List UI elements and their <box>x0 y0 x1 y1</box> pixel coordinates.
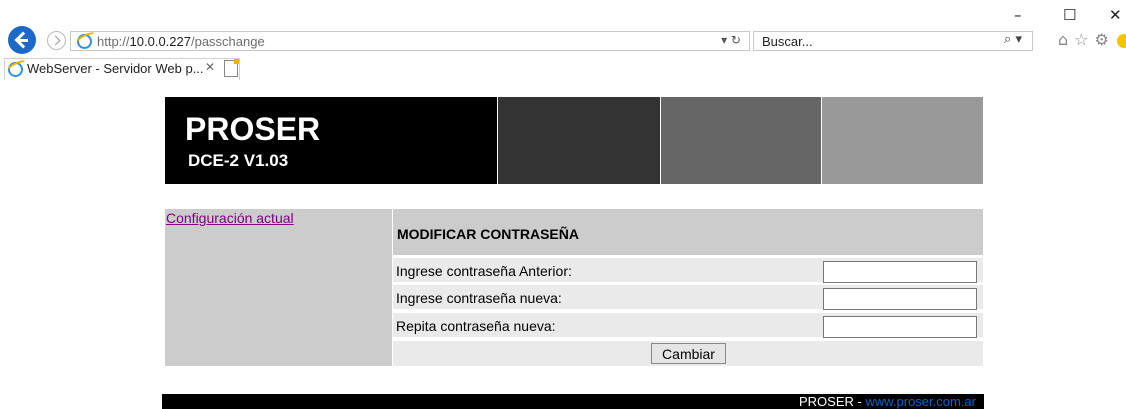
maximize-button[interactable]: ☐ <box>1063 6 1076 24</box>
sidebar: Configuración actual <box>165 209 392 366</box>
feedback-smiley-icon[interactable] <box>1117 34 1126 48</box>
search-icon[interactable]: ⌕ ▾ <box>1004 32 1022 47</box>
home-favorites-settings-icons[interactable]: ⌂☆⚙ <box>1058 30 1115 49</box>
close-window-button[interactable]: ✕ <box>1109 6 1122 24</box>
footer-brand: PROSER - <box>798 394 866 409</box>
banner-black-block: PROSER DCE-2 V1.03 <box>165 97 497 184</box>
minimize-button[interactable]: – <box>1014 6 1022 24</box>
new-tab-icon[interactable] <box>224 59 239 77</box>
browser-chrome: – ☐ ✕ http://10.0.0.227/passchange ▾ ↻ B… <box>0 0 1126 88</box>
banner-block-mid <box>661 97 821 184</box>
banner-block-light <box>822 97 983 184</box>
repeat-password-input[interactable] <box>823 316 977 338</box>
close-tab-icon[interactable]: ✕ <box>205 60 215 74</box>
old-password-input[interactable] <box>823 261 977 283</box>
old-password-label: Ingrese contraseña Anterior: <box>396 263 572 279</box>
password-change-panel: MODIFICAR CONTRASEÑA Ingrese contraseña … <box>393 209 983 366</box>
footer-text: PROSER - www.proser.com.ar <box>799 394 976 409</box>
brand-title: PROSER <box>185 111 321 147</box>
link-configuracion-actual[interactable]: Configuración actual <box>166 210 294 226</box>
address-bar[interactable]: http://10.0.0.227/passchange ▾ ↻ <box>70 31 750 51</box>
cambiar-button[interactable]: Cambiar <box>651 343 726 364</box>
url-text: http://10.0.0.227/passchange <box>97 34 265 49</box>
search-box[interactable]: Buscar... ⌕ ▾ <box>753 31 1033 51</box>
form-row: Ingrese contraseña Anterior: <box>393 258 983 283</box>
tab-title: WebServer - Servidor Web p... <box>27 61 204 76</box>
forward-arrow-icon[interactable] <box>47 31 66 50</box>
header-banner: PROSER DCE-2 V1.03 <box>165 97 983 184</box>
new-password-input[interactable] <box>823 288 977 310</box>
model-version: DCE-2 V1.03 <box>188 151 289 170</box>
form-row: Repita contraseña nueva: <box>393 313 983 338</box>
ie-logo-icon <box>77 34 92 49</box>
ie-logo-icon <box>8 62 23 77</box>
footer-link[interactable]: www.proser.com.ar <box>865 394 976 409</box>
submit-row: Cambiar <box>393 341 983 366</box>
refresh-icon[interactable]: ▾ ↻ <box>721 33 741 47</box>
panel-title: MODIFICAR CONTRASEÑA <box>397 226 579 242</box>
form-row: Ingrese contraseña nueva: <box>393 285 983 310</box>
panel-header: MODIFICAR CONTRASEÑA <box>393 209 983 255</box>
banner-block-dark <box>498 97 660 184</box>
search-placeholder: Buscar... <box>762 34 813 49</box>
repeat-password-label: Repita contraseña nueva: <box>396 318 556 334</box>
footer-bar: PROSER - www.proser.com.ar <box>162 394 984 409</box>
new-password-label: Ingrese contraseña nueva: <box>396 290 562 306</box>
back-arrow-icon[interactable] <box>8 26 36 54</box>
tab-webserver[interactable]: WebServer - Servidor Web p... ✕ <box>4 58 240 80</box>
